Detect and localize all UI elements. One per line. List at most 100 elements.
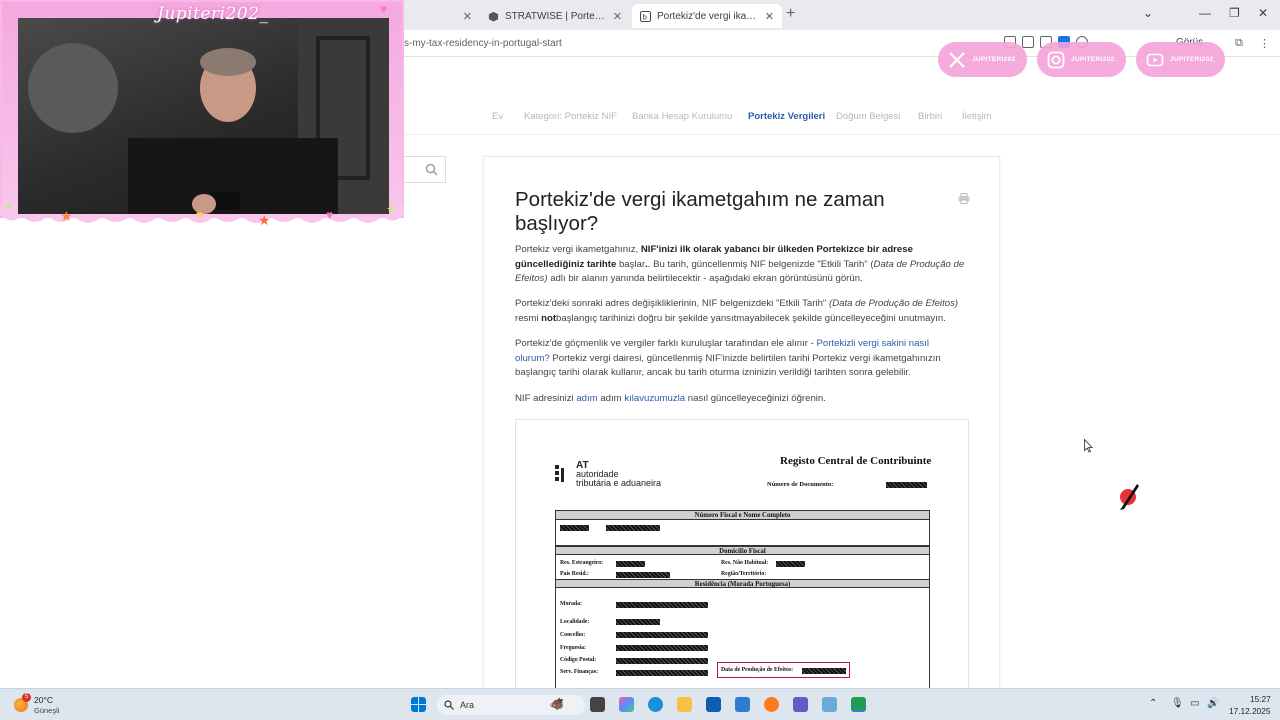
menu-dots-icon[interactable]: ⋮ xyxy=(1259,37,1270,50)
field-label: Localidade: xyxy=(560,619,590,625)
social-handle: JUPITERI202_ xyxy=(972,56,1020,63)
at-logo: AT autoridade tributária e aduaneira xyxy=(554,461,661,488)
windows-start-icon[interactable] xyxy=(411,697,426,712)
redaction xyxy=(616,619,660,625)
star-icon: ★ xyxy=(258,212,271,228)
field-label: Código Postal: xyxy=(560,657,597,663)
redaction xyxy=(616,572,670,578)
svg-text:b: b xyxy=(643,12,647,21)
redaction xyxy=(616,670,708,676)
tab-title: Portekiz'de vergi ikametgahım ( xyxy=(657,10,759,22)
maximize-button[interactable]: ❐ xyxy=(1229,6,1240,20)
copilot-icon[interactable] xyxy=(619,697,634,712)
quill-icon[interactable] xyxy=(1117,482,1141,512)
taskbar-search[interactable]: Ara 🐗 xyxy=(437,695,585,715)
nav-item-bank[interactable]: Banka Hesap Kurulumu xyxy=(632,111,732,122)
logo-line-2: tributária e aduaneira xyxy=(576,478,662,488)
tab-title: STRATWISE | Portekiz'de Net Ve xyxy=(505,10,607,22)
nav-item-taxes[interactable]: Portekiz Vergileri xyxy=(748,111,825,122)
active-app-icon[interactable] xyxy=(851,697,866,712)
guide-link[interactable]: kılavuzumuzla xyxy=(624,393,685,404)
instagram-social-badge: JUPITERI202_ xyxy=(1037,42,1126,77)
download-icon[interactable] xyxy=(1022,36,1034,48)
close-window-button[interactable]: ✕ xyxy=(1258,6,1268,20)
field-label: Res. Estrangeiro: xyxy=(560,560,604,566)
field-label: Res. Não Habitual: xyxy=(721,560,769,566)
heart-icon: ♥ xyxy=(196,208,204,222)
redaction xyxy=(616,645,708,651)
settings-gear-icon[interactable] xyxy=(822,697,837,712)
section-header: Número Fiscal e Nome Completo xyxy=(556,511,929,520)
field-label: Morada: xyxy=(560,601,582,607)
tab-search-chevron-icon[interactable]: ⌄ xyxy=(1143,6,1153,20)
redaction xyxy=(886,482,927,488)
paragraph-3: Portekiz'de göçmenlik ve vergiler farklı… xyxy=(515,338,941,379)
url-field[interactable]: s-my-tax-residency-in-portugal-start xyxy=(404,38,562,49)
search-icon[interactable] xyxy=(425,163,438,176)
notification-badge: 5 xyxy=(22,693,31,702)
field-label: Freguesia: xyxy=(560,645,586,651)
mail-icon[interactable] xyxy=(735,697,750,712)
paragraph-1: Portekiz vergi ikametgahınız, NIF'inizi … xyxy=(515,244,965,285)
file-explorer-icon[interactable] xyxy=(677,697,692,712)
nav-item-contact[interactable]: İletişim xyxy=(962,111,992,122)
task-view-icon[interactable] xyxy=(590,697,605,712)
streamer-name: Jupiteri202_ xyxy=(157,4,269,24)
browser-tab-1[interactable]: ✕ xyxy=(404,4,480,28)
sidebar-search-input[interactable] xyxy=(404,156,446,183)
volume-icon[interactable]: 🔊 xyxy=(1207,698,1219,709)
browser-tab-2[interactable]: STRATWISE | Portekiz'de Net Ve ✕ xyxy=(480,4,630,28)
nav-divider xyxy=(404,134,1280,135)
x-social-badge: JUPITERI202_ xyxy=(938,42,1027,77)
nav-item-home[interactable]: Ev xyxy=(492,111,503,122)
edge-icon[interactable] xyxy=(648,697,663,712)
page-title: Portekiz'de vergi ikametgahım ne zaman b… xyxy=(515,188,885,235)
clock-time[interactable]: 15:27 xyxy=(1250,694,1271,704)
section-header: Residência (Morada Portuguesa) xyxy=(556,579,929,588)
field-label: Serv. Finanças: xyxy=(560,669,599,675)
minimize-button[interactable]: — xyxy=(1199,6,1211,20)
close-icon[interactable]: ✕ xyxy=(759,10,774,23)
redaction xyxy=(802,668,846,674)
extensions-puzzle-icon[interactable]: ⧉ xyxy=(1235,37,1243,50)
redaction xyxy=(606,525,660,531)
display-icon[interactable]: ▭ xyxy=(1190,698,1199,709)
weather-temperature[interactable]: 20°C xyxy=(34,695,53,705)
section-header: Domicílio Fiscal xyxy=(556,546,929,555)
nav-item-birth-certificate[interactable]: Doğum Belgesi xyxy=(836,111,900,122)
store-icon[interactable] xyxy=(706,697,721,712)
mouse-cursor-icon xyxy=(1084,439,1093,453)
paragraph-4: NIF adresinizi adım adım kılavuzumuzla n… xyxy=(515,393,826,404)
nav-item-other[interactable]: Birbiri xyxy=(918,111,942,122)
sparkle-icon: ✦ xyxy=(386,202,397,216)
redaction xyxy=(560,525,589,531)
teams-icon[interactable] xyxy=(793,697,808,712)
nif-document-image: AT autoridade tributária e aduaneira Reg… xyxy=(515,419,969,695)
social-handle: JUPITERI202_ xyxy=(1071,56,1119,63)
bookmark-b-icon: b xyxy=(640,10,651,22)
p1-text: . Bu tarih, güncellenmiş NIF belgenizde … xyxy=(647,258,874,270)
browser-tab-3[interactable]: b Portekiz'de vergi ikametgahım ( ✕ xyxy=(632,4,782,28)
new-tab-button[interactable]: + xyxy=(786,5,795,23)
nav-item-nif[interactable]: Kategori: Portekiz NIF xyxy=(524,111,617,122)
weather-description[interactable]: Güneşli xyxy=(34,706,59,715)
step-link[interactable]: adım xyxy=(576,393,597,404)
close-icon[interactable]: ✕ xyxy=(607,10,622,23)
firefox-icon[interactable] xyxy=(764,697,779,712)
cube-icon xyxy=(488,11,499,22)
microphone-icon[interactable]: 🎙 xyxy=(1171,698,1184,709)
redaction xyxy=(616,632,708,638)
close-icon[interactable]: ✕ xyxy=(457,10,472,23)
document-title: Registo Central de Contribuinte xyxy=(780,455,932,467)
star-icon: ★ xyxy=(60,208,73,224)
clock-date[interactable]: 17.12.2025 xyxy=(1229,706,1271,716)
effective-date-label: Data de Produção de Efeitos: xyxy=(721,667,794,673)
field-label: País Resid.: xyxy=(560,571,589,577)
tray-chevron-up-icon[interactable]: ⌃ xyxy=(1149,698,1157,709)
field-label: Concelho: xyxy=(560,632,586,638)
redaction xyxy=(616,602,708,608)
webcam-overlay: Jupiteri202_ ★ ★ ♥ ♥ ♥ ✦ ✦ xyxy=(0,0,404,232)
instagram-icon xyxy=(1047,51,1065,68)
print-icon[interactable] xyxy=(958,193,970,204)
youtube-social-badge: JUPITERI202_ xyxy=(1136,42,1225,77)
